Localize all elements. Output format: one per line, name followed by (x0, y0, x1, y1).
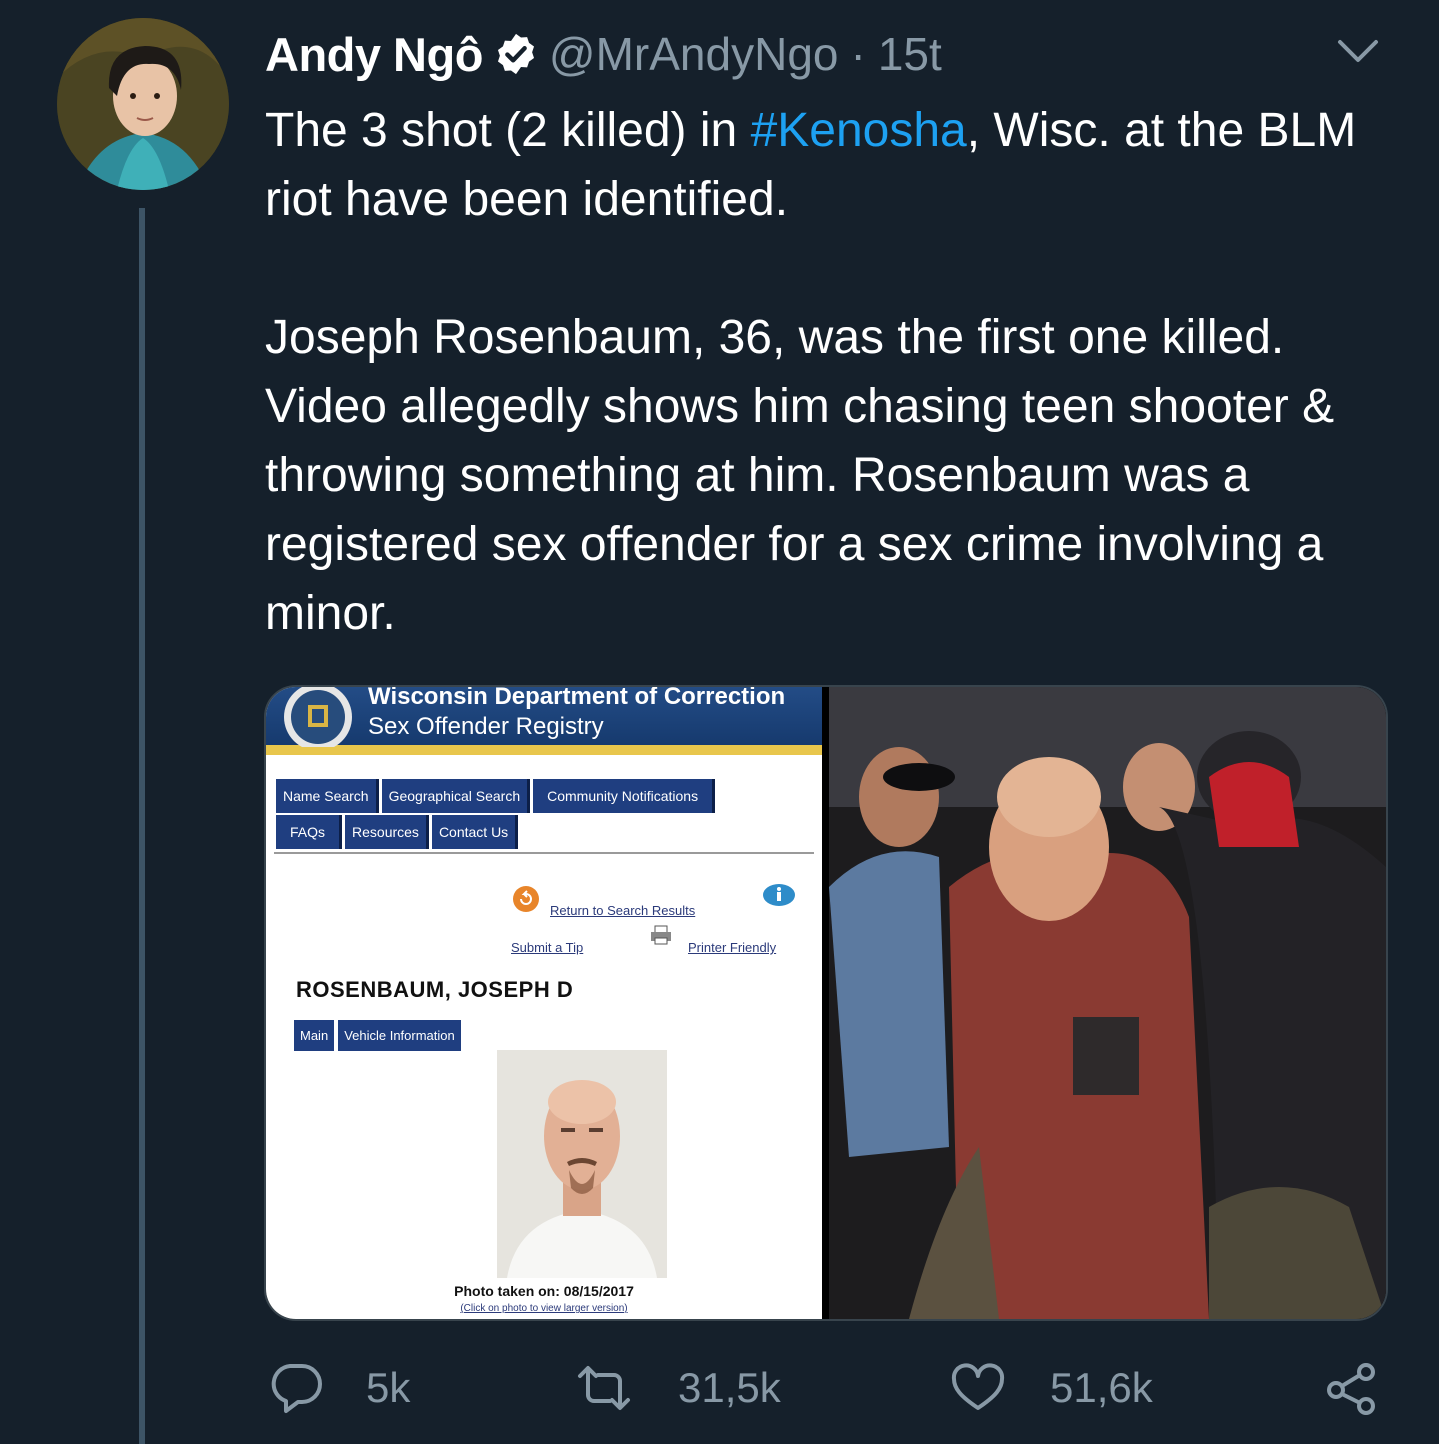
author-avatar[interactable] (57, 18, 229, 190)
nav-faqs[interactable]: FAQs (276, 815, 343, 849)
return-arrow-icon (513, 886, 539, 912)
nav-contact-us[interactable]: Contact Us (431, 815, 519, 849)
share-icon (1327, 1363, 1375, 1415)
registry-subtitle: Sex Offender Registry (368, 713, 604, 740)
nav-name-search[interactable]: Name Search (276, 779, 379, 813)
like-action[interactable]: 51,6k (950, 1356, 1153, 1420)
tab-main[interactable]: Main (294, 1020, 335, 1051)
tweet-timestamp[interactable]: 15t (878, 27, 942, 81)
retweet-icon (578, 1366, 630, 1410)
registry-title: Wisconsin Department of Correction (368, 687, 786, 710)
thread-line (139, 208, 145, 1444)
reply-icon (271, 1364, 322, 1413)
registry-nav-row-2: FAQs Resources Contact Us (276, 815, 519, 849)
printer-friendly-link[interactable]: Printer Friendly (688, 940, 776, 955)
reply-action[interactable]: 5k (268, 1356, 410, 1420)
reply-count: 5k (366, 1364, 411, 1411)
doc-seal-icon (284, 687, 352, 747)
tab-vehicle-information[interactable]: Vehicle Information (338, 1020, 461, 1051)
chevron-down-icon[interactable] (1336, 36, 1380, 66)
tweet-text-segment: The 3 shot (2 killed) in (265, 104, 751, 157)
hashtag-link[interactable]: #Kenosha (751, 104, 967, 157)
separator-dot: · (850, 28, 866, 80)
share-action[interactable] (1324, 1356, 1380, 1420)
tweet-text: The 3 shot (2 killed) in #Kenosha, Wisc.… (265, 96, 1405, 648)
author-name[interactable]: Andy Ngô (265, 27, 483, 82)
tweet-header: Andy Ngô @MrAndyNgo · 15t (265, 26, 942, 82)
submit-a-tip-link[interactable]: Submit a Tip (511, 940, 583, 955)
tweet-media[interactable]: Wisconsin Department of Correction Sex O… (264, 685, 1388, 1321)
nav-geographical-search[interactable]: Geographical Search (381, 779, 531, 813)
nav-divider (274, 852, 814, 854)
nav-community-notifications[interactable]: Community Notifications (533, 779, 716, 813)
media-divider (822, 687, 829, 1319)
photo-larger-link[interactable]: (Click on photo to view larger version) (266, 1303, 822, 1314)
printer-icon (651, 925, 671, 945)
like-count: 51,6k (1050, 1364, 1153, 1411)
tweet-paragraph-2: Joseph Rosenbaum, 36, was the first one … (265, 311, 1335, 640)
heart-icon (951, 1363, 1005, 1410)
info-icon (763, 884, 795, 906)
nav-resources[interactable]: Resources (345, 815, 429, 849)
verified-badge-icon (497, 33, 534, 75)
author-handle[interactable]: @MrAndyNgo (549, 27, 839, 81)
registry-nav-row-1: Name Search Geographical Search Communit… (276, 779, 716, 813)
registry-tabs: Main Vehicle Information (294, 1020, 461, 1051)
return-to-search-results-link[interactable]: Return to Search Results (550, 903, 695, 918)
mugshot-photo[interactable] (497, 1050, 667, 1278)
crowd-photo[interactable] (829, 687, 1386, 1319)
photo-date-caption: Photo taken on: 08/15/2017 (454, 1283, 634, 1299)
offender-name: ROSENBAUM, JOSEPH D (296, 977, 574, 1002)
retweet-action[interactable]: 31,5k (574, 1356, 781, 1420)
tweet-paragraph-1: The 3 shot (2 killed) in #Kenosha, Wisc.… (265, 96, 1405, 234)
retweet-count: 31,5k (678, 1364, 781, 1411)
registry-screenshot[interactable]: Wisconsin Department of Correction Sex O… (266, 687, 822, 1319)
